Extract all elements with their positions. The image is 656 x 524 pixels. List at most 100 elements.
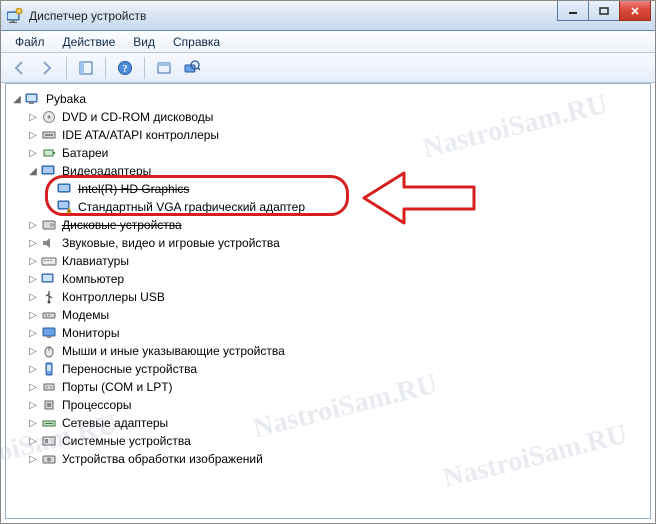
system-device-icon	[41, 433, 57, 449]
disclosure-closed-icon[interactable]: ▷	[28, 220, 38, 230]
battery-icon	[41, 145, 57, 161]
menubar: Файл Действие Вид Справка	[1, 31, 655, 53]
display-adapter-icon	[57, 181, 73, 197]
disclosure-closed-icon[interactable]: ▷	[28, 256, 38, 266]
disclosure-closed-icon[interactable]: ▷	[28, 400, 38, 410]
tree-item-label: Переносные устройства	[60, 362, 199, 376]
minimize-button[interactable]	[557, 1, 589, 21]
app-icon	[7, 8, 23, 24]
scan-changes-button[interactable]	[180, 56, 204, 80]
tree-item-label: Сетевые адаптеры	[60, 416, 170, 430]
window-controls	[557, 1, 651, 21]
tree-item-label: Процессоры	[60, 398, 134, 412]
modem-icon	[41, 307, 57, 323]
tree-item-label: Мониторы	[60, 326, 121, 340]
tree-item-monitors[interactable]: ▷ Мониторы	[26, 324, 646, 342]
scan-hardware-button[interactable]	[152, 56, 176, 80]
tree-item-portable[interactable]: ▷ Переносные устройства	[26, 360, 646, 378]
tree-item-modems[interactable]: ▷ Модемы	[26, 306, 646, 324]
menu-file[interactable]: Файл	[7, 33, 53, 51]
toolbar-separator	[66, 57, 67, 79]
tree-item-imaging[interactable]: ▷ Устройства обработки изображений	[26, 450, 646, 468]
tree-root[interactable]: ◢ Pybaka	[10, 90, 646, 108]
tree-item-label: Батареи	[60, 146, 110, 160]
tree-item-dvd[interactable]: ▷ DVD и CD-ROM дисководы	[26, 108, 646, 126]
tree-item-disk-devices[interactable]: ▷ Дисковые устройства	[26, 216, 646, 234]
tree-item-label: Системные устройства	[60, 434, 193, 448]
disclosure-closed-icon[interactable]: ▷	[28, 274, 38, 284]
menu-action[interactable]: Действие	[55, 33, 124, 51]
disclosure-closed-icon[interactable]: ▷	[28, 112, 38, 122]
disclosure-closed-icon[interactable]: ▷	[28, 346, 38, 356]
tree-item-label: Видеоадаптеры	[60, 164, 153, 178]
tree-item-label: Звуковые, видео и игровые устройства	[60, 236, 282, 250]
maximize-button[interactable]	[588, 1, 620, 21]
disclosure-open-icon[interactable]: ◢	[12, 94, 22, 104]
disclosure-closed-icon[interactable]: ▷	[28, 382, 38, 392]
tree-item-keyboards[interactable]: ▷ Клавиатуры	[26, 252, 646, 270]
tree-item-label: Порты (COM и LPT)	[60, 380, 175, 394]
titlebar: Диспетчер устройств	[1, 1, 655, 31]
disclosure-closed-icon[interactable]: ▷	[28, 130, 38, 140]
tree-item-label: Intel(R) HD Graphics	[76, 182, 191, 196]
tree-item-network[interactable]: ▷ Сетевые адаптеры	[26, 414, 646, 432]
display-adapter-icon	[41, 163, 57, 179]
disclosure-closed-icon[interactable]: ▷	[28, 364, 38, 374]
disclosure-closed-icon[interactable]: ▷	[28, 292, 38, 302]
device-tree[interactable]: ◢ Pybaka ▷ DVD и CD-ROM дисководы ▷ IDE …	[10, 90, 646, 468]
tree-item-intel-hd[interactable]: ▷ Intel(R) HD Graphics	[42, 180, 646, 198]
toolbar-separator	[105, 57, 106, 79]
tree-item-label: Мыши и иные указывающие устройства	[60, 344, 287, 358]
tree-item-batteries[interactable]: ▷ Батареи	[26, 144, 646, 162]
disk-icon	[41, 217, 57, 233]
disclosure-closed-icon[interactable]: ▷	[28, 436, 38, 446]
show-hide-tree-button[interactable]	[74, 56, 98, 80]
mouse-icon	[41, 343, 57, 359]
disclosure-open-icon[interactable]: ◢	[28, 166, 38, 176]
tree-item-video-adapters[interactable]: ◢ Видеоадаптеры	[26, 162, 646, 180]
tree-item-ide[interactable]: ▷ IDE ATA/ATAPI контроллеры	[26, 126, 646, 144]
back-button[interactable]	[7, 56, 31, 80]
tree-item-label: Контроллеры USB	[60, 290, 167, 304]
keyboard-icon	[41, 253, 57, 269]
tree-item-usb[interactable]: ▷ Контроллеры USB	[26, 288, 646, 306]
tree-item-label: Стандартный VGA графический адаптер	[76, 200, 307, 214]
tree-item-mice[interactable]: ▷ Мыши и иные указывающие устройства	[26, 342, 646, 360]
ide-controller-icon	[41, 127, 57, 143]
tree-item-label: Компьютер	[60, 272, 126, 286]
tree-root-label: Pybaka	[44, 92, 88, 106]
tree-item-sound[interactable]: ▷ Звуковые, видео и игровые устройства	[26, 234, 646, 252]
disclosure-closed-icon[interactable]: ▷	[28, 418, 38, 428]
disclosure-closed-icon[interactable]: ▷	[28, 148, 38, 158]
tree-item-label: Клавиатуры	[60, 254, 131, 268]
device-tree-pane[interactable]: ◢ Pybaka ▷ DVD и CD-ROM дисководы ▷ IDE …	[5, 83, 651, 519]
toolbar: ?	[1, 53, 655, 83]
tree-item-processors[interactable]: ▷ Процессоры	[26, 396, 646, 414]
tree-item-label: Модемы	[60, 308, 111, 322]
tree-item-ports[interactable]: ▷ Порты (COM и LPT)	[26, 378, 646, 396]
imaging-device-icon	[41, 451, 57, 467]
tree-item-label: DVD и CD-ROM дисководы	[60, 110, 215, 124]
tree-item-label: Дисковые устройства	[60, 218, 184, 232]
tree-item-vga-adapter[interactable]: ▷ Стандартный VGA графическ	[42, 198, 646, 216]
portable-device-icon	[41, 361, 57, 377]
menu-view[interactable]: Вид	[125, 33, 163, 51]
display-adapter-warning-icon	[57, 199, 73, 215]
disclosure-closed-icon[interactable]: ▷	[28, 454, 38, 464]
close-button[interactable]	[619, 1, 651, 21]
tree-item-computer[interactable]: ▷ Компьютер	[26, 270, 646, 288]
menu-help[interactable]: Справка	[165, 33, 228, 51]
tree-item-system[interactable]: ▷ Системные устройства	[26, 432, 646, 450]
port-icon	[41, 379, 57, 395]
disclosure-closed-icon[interactable]: ▷	[28, 328, 38, 338]
toolbar-separator	[144, 57, 145, 79]
usb-icon	[41, 289, 57, 305]
disclosure-closed-icon[interactable]: ▷	[28, 238, 38, 248]
forward-button[interactable]	[35, 56, 59, 80]
disc-drive-icon	[41, 109, 57, 125]
processor-icon	[41, 397, 57, 413]
help-button[interactable]: ?	[113, 56, 137, 80]
sound-icon	[41, 235, 57, 251]
disclosure-closed-icon[interactable]: ▷	[28, 310, 38, 320]
tree-item-label: Устройства обработки изображений	[60, 452, 265, 466]
